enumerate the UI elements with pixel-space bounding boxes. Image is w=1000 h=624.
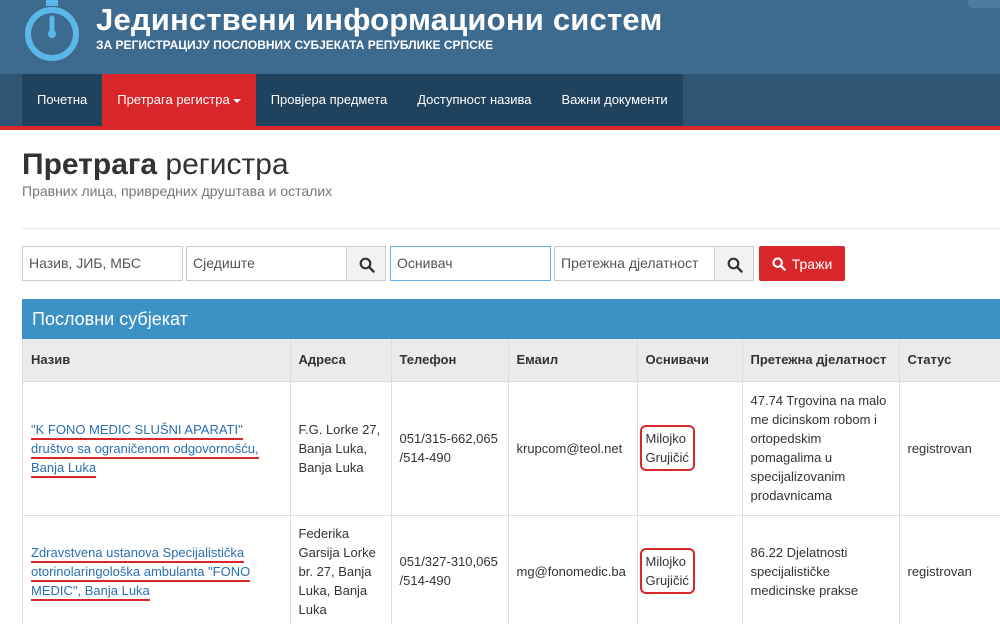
page-title: Претрага регистра	[22, 148, 289, 182]
entity-link[interactable]: Zdravstvena ustanova Specijalistička oto…	[31, 544, 251, 601]
search-icon	[772, 256, 786, 271]
seat-search-input[interactable]: Сједиште	[186, 246, 347, 281]
nav-item-label: Претрага регистра	[117, 92, 230, 107]
cell-status: registrovan	[899, 515, 1000, 624]
column-header-address[interactable]: Адреса	[290, 339, 392, 382]
results-table: Назив Адреса Телефон Емаил Оснивачи Прет…	[23, 339, 1000, 624]
column-header-founders[interactable]: Оснивачи	[637, 339, 743, 382]
submit-search-label: Тражи	[791, 255, 833, 272]
cell-address: F.G. Lorke 27, Banja Luka, Banja Luka	[290, 381, 392, 516]
nav-item-important-documents[interactable]: Важни документи	[546, 74, 682, 126]
cell-name: "K FONO MEDIC SLUŠNI APARATI" društvo sa…	[23, 381, 291, 516]
cell-status: registrovan	[899, 381, 1000, 516]
nav-item-name-availability[interactable]: Доступност назива	[402, 74, 546, 126]
nav-item-registry-search[interactable]: Претрага регистра	[102, 74, 256, 126]
cell-phone: 051/315-662,065 /514-490	[391, 381, 509, 516]
table-row: "K FONO MEDIC SLUŠNI APARATI" društvo sa…	[23, 381, 1000, 516]
cell-founders: Milojko Grujičić	[637, 515, 743, 624]
column-header-activity[interactable]: Претежна дјелатност	[742, 339, 900, 382]
entity-link[interactable]: "K FONO MEDIC SLUŠNI APARATI" društvo sa…	[31, 421, 259, 478]
submit-search-button[interactable]: Тражи	[759, 246, 845, 281]
site-subtitle: ЗА РЕГИСТРАЦИЈУ ПОСЛОВНИХ СУБЈЕКАТА РЕПУ…	[96, 38, 494, 52]
cell-phone: 051/327-310,065 /514-490	[391, 515, 509, 624]
table-row: Zdravstvena ustanova Specijalistička oto…	[23, 515, 1000, 624]
founder-highlight: Milojko Grujičić	[639, 425, 695, 471]
cell-activity: 47.74 Trgovina na malo me dicinskom robo…	[742, 381, 900, 516]
main-nav: Почетна Претрага регистра Провјера предм…	[0, 74, 1000, 126]
column-header-name[interactable]: Назив	[23, 339, 291, 382]
table-header-row: Назив Адреса Телефон Емаил Оснивачи Прет…	[23, 339, 1000, 382]
cell-founders: Milojko Grujičić	[637, 381, 743, 516]
seat-search-button[interactable]	[346, 246, 386, 281]
column-header-phone[interactable]: Телефон	[391, 339, 509, 382]
caret-down-icon	[232, 98, 241, 103]
site-title: Јединствени информациони систем	[96, 2, 663, 37]
cell-email: krupcom@teol.net	[508, 381, 638, 516]
search-icon	[727, 257, 743, 273]
column-header-email[interactable]: Емаил	[508, 339, 638, 382]
cell-email: mg@fonomedic.ba	[508, 515, 638, 624]
nav-divider	[0, 126, 1000, 130]
cell-activity: 86.22 Djelatnosti specijalističke medici…	[742, 515, 900, 624]
nav-item-case-check[interactable]: Провјера предмета	[256, 74, 402, 126]
nav-item-home[interactable]: Почетна	[22, 74, 102, 126]
cell-address: Federika Garsija Lorke br. 27, Banja Luk…	[290, 515, 392, 624]
results-table-container[interactable]: Назив Адреса Телефон Емаил Оснивачи Прет…	[22, 339, 1000, 624]
panel-title: Пословни субјекат	[22, 299, 1000, 339]
page-title-rest: регистра	[165, 148, 289, 181]
site-header: Јединствени информациони систем ЗА РЕГИС…	[0, 0, 1000, 74]
activity-search-button[interactable]	[714, 246, 754, 281]
page-title-bold: Претрага	[22, 148, 158, 181]
page-subtitle: Правних лица, привредних друштава и оста…	[22, 183, 333, 199]
stopwatch-logo-icon[interactable]	[20, 0, 84, 62]
divider	[22, 228, 1000, 229]
cell-name: Zdravstvena ustanova Specijalistička oto…	[23, 515, 291, 624]
activity-search-input[interactable]: Претежна дјелатност	[554, 246, 715, 281]
name-search-input[interactable]: Назив, ЈИБ, МБС	[22, 246, 183, 281]
top-right-button[interactable]	[968, 0, 1000, 8]
search-icon	[359, 257, 375, 273]
founder-search-input[interactable]: Оснивач	[390, 246, 551, 281]
founder-highlight: Milojko Grujičić	[639, 548, 695, 594]
column-header-status[interactable]: Статус	[899, 339, 1000, 382]
